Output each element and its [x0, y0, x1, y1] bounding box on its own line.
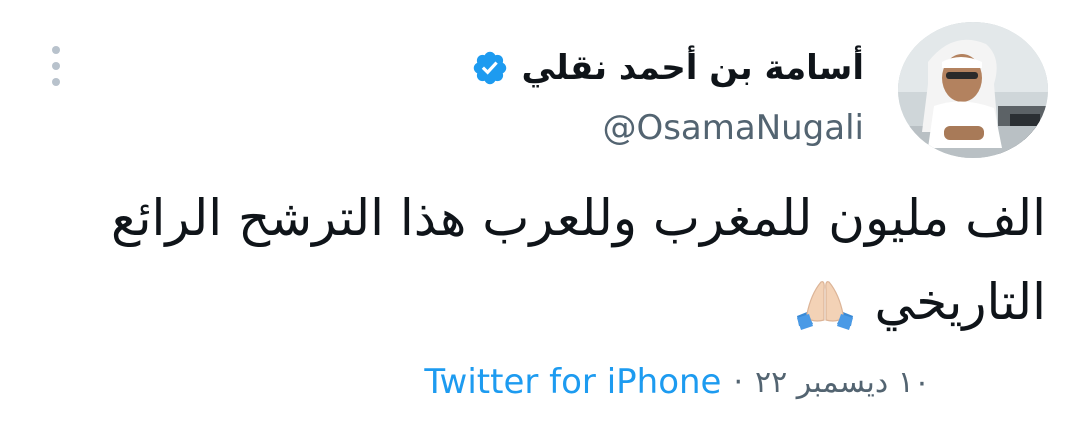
tweet-body: الف مليون للمغرب وللعرب هذا الترشح الرائ…: [86, 176, 1046, 344]
author-display-name[interactable]: أسامة بن أحمد نقلي: [521, 42, 864, 94]
more-dot: [52, 78, 60, 86]
tweet-card: أسامة بن أحمد نقلي @OsamaNugali الف مليو…: [0, 0, 1080, 437]
author-name-row[interactable]: أسامة بن أحمد نقلي: [471, 42, 864, 94]
more-dot: [52, 62, 60, 70]
tweet-date[interactable]: ١٠ ديسمبر ٢٢: [755, 365, 930, 400]
more-dot: [52, 46, 60, 54]
verified-badge-icon: [474, 51, 507, 85]
more-options-icon[interactable]: [44, 46, 68, 86]
profile-photo-icon: [898, 22, 1048, 158]
tweet-meta: ١٠ ديسمبر ٢٢ · Twitter for iPhone: [424, 356, 930, 408]
tweet-text-line-words: التاريخي: [874, 273, 1046, 331]
tweet-source-link[interactable]: Twitter for iPhone: [424, 362, 721, 402]
meta-separator: ·: [733, 364, 744, 400]
avatar[interactable]: [898, 22, 1048, 158]
tweet-text-line: التاريخي: [86, 260, 1046, 344]
author-handle[interactable]: @OsamaNugali: [602, 104, 864, 152]
tweet-text-line: الف مليون للمغرب وللعرب هذا الترشح الرائ…: [110, 189, 1046, 247]
folded-hands-emoji-icon: [793, 278, 857, 334]
